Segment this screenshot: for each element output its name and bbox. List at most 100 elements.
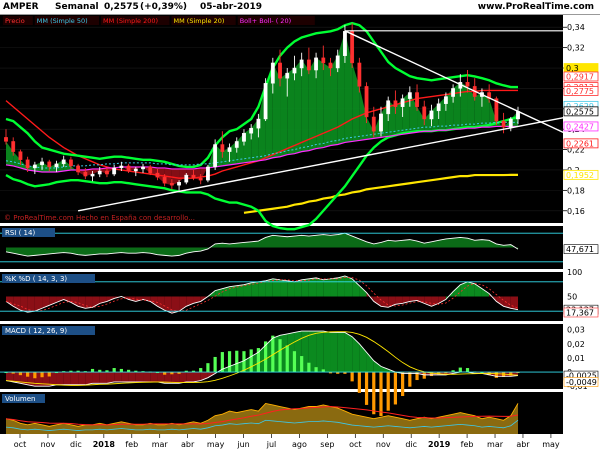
candle-body xyxy=(126,165,131,172)
x-axis-label: may xyxy=(207,440,225,449)
macd-histogram-bar xyxy=(494,372,498,378)
macd-area xyxy=(92,372,100,384)
x-axis-label: jun xyxy=(236,440,249,449)
panel-title: %K %D ( 14, 3, 3) xyxy=(5,275,67,283)
macd-histogram-bar xyxy=(206,363,210,373)
macd-histogram-bar xyxy=(386,372,390,411)
source-label: www.ProRealTime.com xyxy=(477,2,594,12)
macd-area xyxy=(56,372,64,385)
candle-body xyxy=(4,137,8,142)
candle-body xyxy=(220,144,225,152)
stochastic-tick-label: 50 xyxy=(567,293,577,302)
macd-histogram-bar xyxy=(357,372,361,393)
candle-body xyxy=(314,57,318,71)
x-axis-label: jul xyxy=(266,440,277,449)
candle-body xyxy=(234,141,239,148)
change-label: (+0,39%) xyxy=(140,2,187,12)
x-axis-label: may xyxy=(542,440,560,449)
candle-body xyxy=(155,172,160,178)
price-value-label: 0,1952 xyxy=(566,171,594,180)
macd-histogram-bar xyxy=(278,339,282,373)
x-axis-label: 2019 xyxy=(428,440,451,449)
candle-body xyxy=(11,141,16,152)
candle-body xyxy=(162,176,167,184)
candle-body xyxy=(407,92,412,99)
candle-body xyxy=(400,98,405,107)
candle-body xyxy=(97,170,102,175)
stochastic-area xyxy=(330,277,338,297)
panel-title: RSI ( 14) xyxy=(5,229,35,237)
x-axis-label: ago xyxy=(292,440,307,449)
macd-histogram-bar xyxy=(393,372,398,405)
candle-body xyxy=(227,147,232,152)
x-axis-label: feb xyxy=(461,440,474,449)
stochastic-area xyxy=(287,280,295,297)
macd-area xyxy=(63,372,71,385)
macd-histogram-bar xyxy=(90,368,95,373)
macd-area xyxy=(323,331,331,373)
candle-body xyxy=(263,83,268,120)
x-axis-label: dic xyxy=(405,440,417,449)
candle-body xyxy=(364,86,369,118)
stochastic-area xyxy=(280,279,288,297)
price-tick-label: 0,18 xyxy=(567,186,585,195)
macd-area xyxy=(186,372,194,382)
candle-body xyxy=(386,100,391,115)
candle-body xyxy=(47,161,52,168)
candle-body xyxy=(270,62,275,84)
candle-body xyxy=(61,159,66,165)
x-axis-label: nov xyxy=(41,440,56,449)
macd-histogram-bar xyxy=(285,345,289,373)
watermark-text: © ProRealTime.com Hecho en España con de… xyxy=(4,214,195,222)
candle-body xyxy=(76,165,81,173)
macd-histogram-bar xyxy=(249,349,253,373)
candle-body xyxy=(465,82,470,87)
x-axis-label: nov xyxy=(376,440,391,449)
macd-tick-label: 0,03 xyxy=(567,326,585,335)
x-axis-label: feb xyxy=(125,440,138,449)
macd-histogram-bar xyxy=(292,351,297,373)
panel-title: Volumen xyxy=(5,395,35,403)
rsi-value-label: 47,671 xyxy=(566,245,594,254)
macd-tick-label: 0,01 xyxy=(567,354,585,363)
price-tick-label: 0,16 xyxy=(567,207,585,216)
legend-entry: MM (Simple 200) xyxy=(103,17,158,25)
stochastic-area xyxy=(229,285,237,297)
cloud-segment xyxy=(323,62,331,148)
candle-body xyxy=(18,151,23,160)
candle-body xyxy=(54,163,59,168)
macd-histogram-bar xyxy=(379,372,383,417)
candle-body xyxy=(112,167,117,175)
stochastic-area xyxy=(344,275,353,297)
candle-body xyxy=(299,59,304,69)
candle-body xyxy=(335,55,340,69)
macd-histogram-bar xyxy=(350,372,354,382)
macd-histogram-bar xyxy=(119,368,123,373)
candle-body xyxy=(393,100,398,107)
price-tick-label: 0,32 xyxy=(567,44,585,53)
x-axis-label: abr xyxy=(516,440,530,449)
candle-body xyxy=(83,171,88,177)
legend-entry: Precio xyxy=(5,17,25,25)
candle-body xyxy=(40,161,44,166)
candle-body xyxy=(371,116,376,132)
candle-body xyxy=(206,166,210,181)
chart-header: AMPER Semanal 0,2575 (+0,39%) 05-abr-201… xyxy=(0,0,600,15)
price-value-label: 0,2261 xyxy=(566,139,594,148)
macd-histogram-bar xyxy=(18,372,23,376)
candle-body xyxy=(213,144,218,168)
macd-area xyxy=(128,372,136,382)
legend-entry: MM (Simple 50) xyxy=(37,17,88,25)
stochastic-area xyxy=(316,277,324,297)
x-axis-label: oct xyxy=(349,440,361,449)
price-value-label: 0,2917 xyxy=(566,72,594,81)
candle-body xyxy=(25,159,30,169)
x-axis-label: mar xyxy=(487,440,504,449)
candle-body xyxy=(343,31,347,56)
macd-area xyxy=(121,372,129,382)
macd-histogram-bar xyxy=(408,372,412,387)
candle-body xyxy=(249,127,254,134)
macd-area xyxy=(78,372,86,385)
stochastic-area xyxy=(308,277,317,297)
macd-histogram-bar xyxy=(314,367,318,373)
